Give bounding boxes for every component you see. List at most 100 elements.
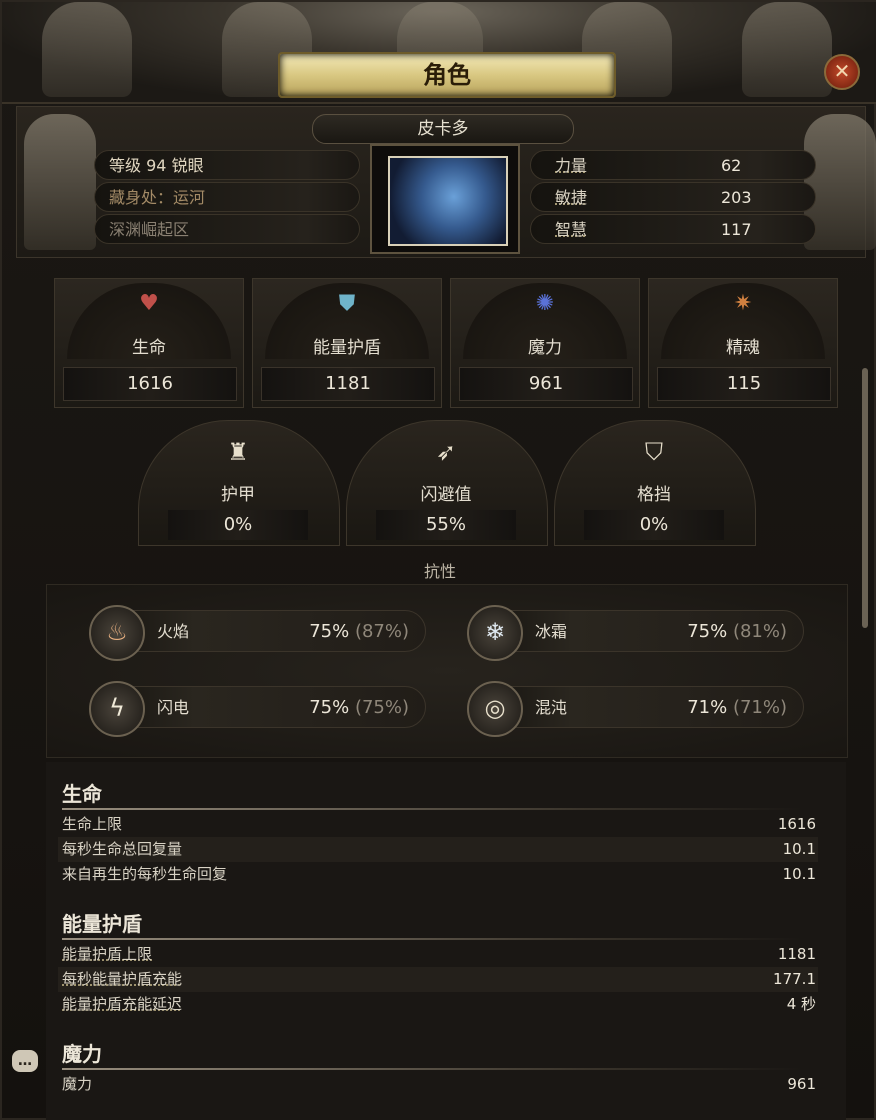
defence-value: 0%	[168, 510, 308, 540]
stat-label: 魔力	[528, 338, 562, 358]
resistance-value-group: 75% (81%)	[687, 611, 787, 653]
attribute-label: 力量	[555, 156, 588, 175]
shield-icon: ⛊	[338, 291, 356, 316]
detail-row[interactable]: 能量护盾上限 1181	[58, 942, 818, 967]
detail-value: 1181	[777, 945, 816, 963]
detail-value: 961	[787, 1075, 816, 1093]
stat-value: 1616	[63, 367, 237, 401]
resistance-max: (87%)	[354, 621, 409, 642]
detail-value: 1616	[777, 815, 816, 833]
window-title: 角色	[278, 52, 616, 98]
detail-value: 177.1	[773, 970, 816, 988]
heart-icon: ♥	[139, 291, 159, 316]
detail-row[interactable]: 每秒生命总回复量 10.1	[58, 837, 818, 862]
resistance-max: (81%)	[732, 621, 787, 642]
section-divider	[62, 808, 802, 810]
spirit-icon: ✷	[733, 291, 753, 316]
detail-row[interactable]: 来自再生的每秒生命回复 10.1	[58, 862, 818, 887]
stat-mana[interactable]: ✺ 魔力 961	[450, 278, 640, 408]
detail-value: 10.1	[782, 865, 816, 883]
defence-block[interactable]: ⛉ 格挡 0%	[554, 420, 756, 546]
stat-value: 115	[657, 367, 831, 401]
stat-spirit[interactable]: ✷ 精魂 115	[648, 278, 838, 408]
stat-label: 能量护盾	[313, 338, 381, 358]
attribute-label: 智慧	[555, 220, 588, 239]
left-statue-ornament	[24, 114, 96, 250]
cold-icon: ❄	[467, 605, 523, 661]
statue-ornament	[42, 2, 132, 97]
statue-ornament	[742, 2, 832, 97]
resistance-value: 75%	[687, 621, 728, 642]
lightning-icon: ϟ	[89, 681, 145, 737]
resistance-label: 混沌	[535, 698, 568, 717]
detail-row[interactable]: 每秒能量护盾充能 177.1	[58, 967, 818, 992]
detail-row[interactable]: 魔力 961	[58, 1072, 818, 1097]
detail-value: 10.1	[782, 840, 816, 858]
defence-label: 护甲	[221, 485, 255, 505]
evasion-icon: ➶	[435, 438, 457, 466]
character-name: 皮卡多	[312, 114, 574, 144]
defence-armour[interactable]: ♜ 护甲 0%	[138, 420, 340, 546]
detail-label: 每秒能量护盾充能	[62, 970, 183, 988]
stat-energy-shield[interactable]: ⛊ 能量护盾 1181	[252, 278, 442, 408]
hideout-row[interactable]: 藏身处：运河	[94, 182, 360, 212]
resistance-value-group: 75% (87%)	[309, 611, 409, 653]
level-row: 等级 94 锐眼	[94, 150, 360, 180]
stat-life[interactable]: ♥ 生命 1616	[54, 278, 244, 408]
detail-label: 来自再生的每秒生命回复	[62, 865, 228, 883]
stat-label: 生命	[132, 338, 166, 358]
character-portrait	[388, 156, 508, 246]
resistance-chaos[interactable]: ◎ 混沌 71% (71%)	[467, 681, 804, 737]
close-icon[interactable]: ✕	[824, 54, 860, 90]
resistance-max: (71%)	[732, 697, 787, 718]
character-class: 锐眼	[171, 156, 204, 175]
stat-value: 961	[459, 367, 633, 401]
fire-icon: ♨	[89, 605, 145, 661]
resistance-label: 冰霜	[535, 622, 568, 641]
attribute-dexterity[interactable]: 敏捷 203	[530, 182, 816, 212]
attribute-value: 62	[721, 156, 742, 175]
defence-evasion[interactable]: ➶ 闪避值 55%	[346, 420, 548, 546]
attribute-intelligence[interactable]: 智慧 117	[530, 214, 816, 244]
attribute-value: 203	[721, 188, 752, 207]
hideout-label: 藏身处：运河	[109, 188, 206, 207]
armour-icon: ♜	[227, 438, 249, 466]
resistance-value-group: 71% (71%)	[687, 687, 787, 729]
zone-row: 深渊崛起区	[94, 214, 360, 244]
detail-value: 4 秒	[786, 995, 816, 1013]
detail-label: 能量护盾上限	[62, 945, 153, 963]
resistance-label: 火焰	[157, 622, 190, 641]
detail-row[interactable]: 生命上限 1616	[58, 812, 818, 837]
chaos-icon: ◎	[467, 681, 523, 737]
stat-details-list[interactable]: 生命 生命上限 1616 每秒生命总回复量 10.1 来自再生的每秒生命回复 1…	[46, 762, 846, 1120]
chat-icon[interactable]: …	[12, 1050, 38, 1072]
resistance-value: 75%	[309, 621, 350, 642]
resistance-label: 闪电	[157, 698, 190, 717]
resistance-fire[interactable]: ♨ 火焰 75% (87%)	[89, 605, 426, 661]
detail-label: 每秒生命总回复量	[62, 840, 183, 858]
resistance-value: 75%	[309, 697, 350, 718]
scrollbar[interactable]	[862, 368, 868, 628]
resistance-value-group: 75% (75%)	[309, 687, 409, 729]
attribute-label: 敏捷	[555, 188, 588, 207]
attribute-value: 117	[721, 220, 752, 239]
zone-name: 深渊崛起区	[109, 220, 190, 239]
detail-row[interactable]: 能量护盾充能延迟 4 秒	[58, 992, 818, 1017]
section-title-mana: 魔力	[62, 1042, 102, 1066]
defence-label: 闪避值	[420, 485, 472, 505]
resistance-value: 71%	[687, 697, 728, 718]
section-title-life: 生命	[62, 782, 102, 806]
section-divider	[62, 938, 802, 940]
defence-label: 格挡	[637, 485, 671, 505]
resistances-title: 抗性	[423, 562, 456, 581]
resistance-cold[interactable]: ❄ 冰霜 75% (81%)	[467, 605, 804, 661]
resistance-max: (75%)	[354, 697, 409, 718]
section-divider	[62, 1068, 802, 1070]
character-panel: 角色 ✕ 皮卡多 等级 94 锐眼 藏身处：运河 深渊崛起区 力量 62 敏捷 …	[0, 0, 876, 1120]
resistance-lightning[interactable]: ϟ 闪电 75% (75%)	[89, 681, 426, 737]
level-value: 94	[146, 156, 167, 175]
defence-value: 55%	[376, 510, 516, 540]
section-title-energy-shield: 能量护盾	[62, 912, 142, 936]
level-label: 等级	[109, 156, 142, 175]
attribute-strength[interactable]: 力量 62	[530, 150, 816, 180]
